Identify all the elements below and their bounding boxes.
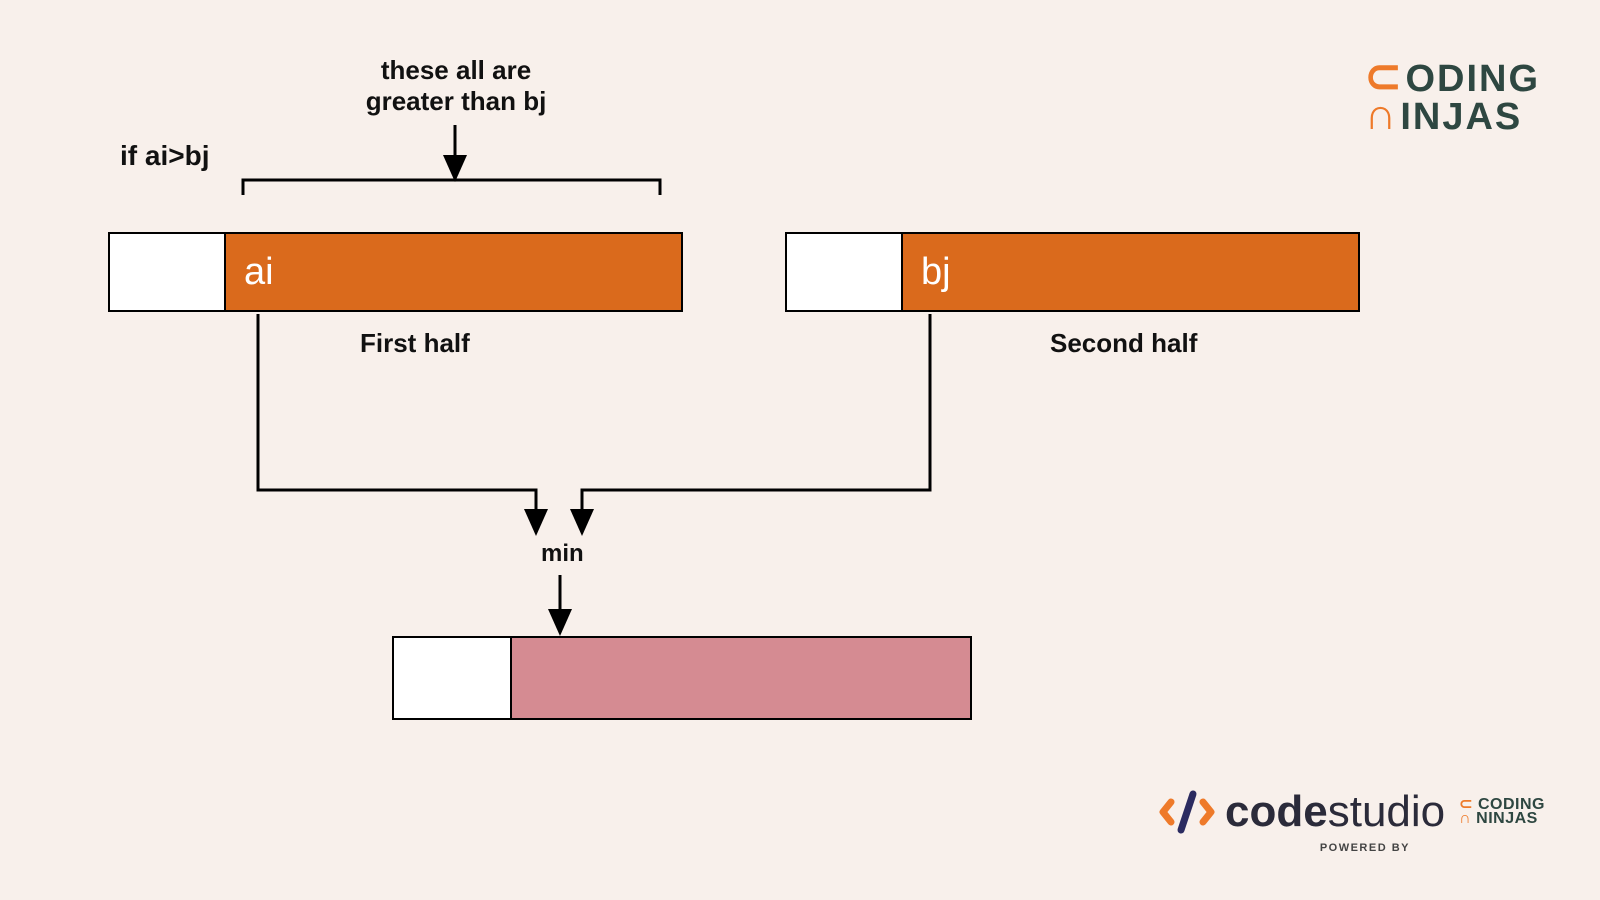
codestudio-icon xyxy=(1159,784,1215,840)
condition-label: if ai>bj xyxy=(120,140,209,172)
merged-array xyxy=(392,636,972,720)
first-half-tail-cell: ai xyxy=(226,234,681,310)
second-half-array: bj xyxy=(785,232,1360,312)
mini-coding-ninjas-logo: ⊂ CODING ∩ NINJAS xyxy=(1459,798,1545,825)
logo-line1-text: ODING xyxy=(1405,58,1540,101)
mini-line2: NINJAS xyxy=(1476,812,1538,826)
logo-line2-text: INJAS xyxy=(1400,96,1522,139)
annotation-line2: greater than bj xyxy=(346,86,566,117)
connector-overlay xyxy=(0,0,1600,900)
second-half-caption: Second half xyxy=(1050,328,1197,359)
second-half-tail-cell: bj xyxy=(903,234,1358,310)
codestudio-badge: codestudio POWERED BY ⊂ CODING ∩ NINJAS xyxy=(1159,784,1545,840)
merged-head-cell xyxy=(394,638,512,718)
coding-ninjas-logo: ⊂ ODING ∩ INJAS xyxy=(1365,55,1540,139)
first-half-array: ai xyxy=(108,232,683,312)
first-half-caption: First half xyxy=(360,328,470,359)
mini-n-icon: ∩ xyxy=(1459,812,1476,826)
ai-pointer-label: ai xyxy=(244,251,274,294)
codestudio-text-light: studio xyxy=(1328,787,1445,836)
logo-c-icon: ⊂ xyxy=(1365,53,1402,101)
bj-pointer-label: bj xyxy=(921,251,951,294)
second-half-head-cell xyxy=(787,234,903,310)
min-label: min xyxy=(541,540,584,568)
first-half-head-cell xyxy=(110,234,226,310)
codestudio-wordmark: codestudio xyxy=(1159,784,1445,840)
codestudio-text-bold: code xyxy=(1225,787,1328,836)
annotation-text: these all are greater than bj xyxy=(346,55,566,117)
merged-tail-cell xyxy=(512,638,970,718)
annotation-line1: these all are xyxy=(346,55,566,86)
powered-by-text: POWERED BY xyxy=(1320,842,1410,854)
